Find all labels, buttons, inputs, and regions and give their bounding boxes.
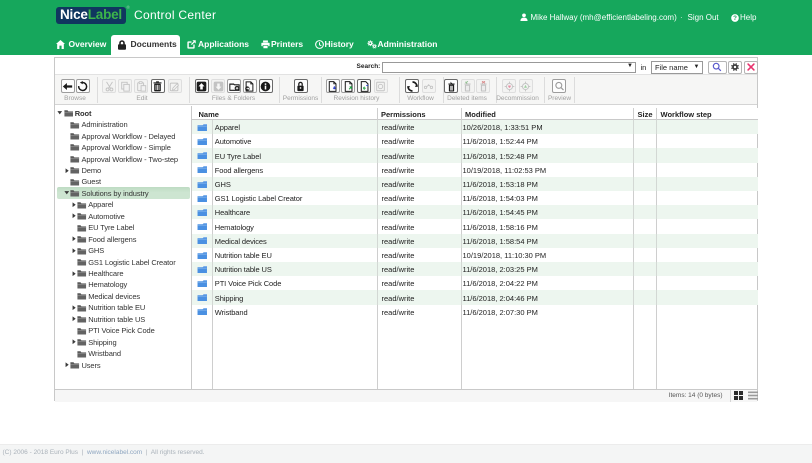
svg-text:?: ? [733, 15, 737, 22]
